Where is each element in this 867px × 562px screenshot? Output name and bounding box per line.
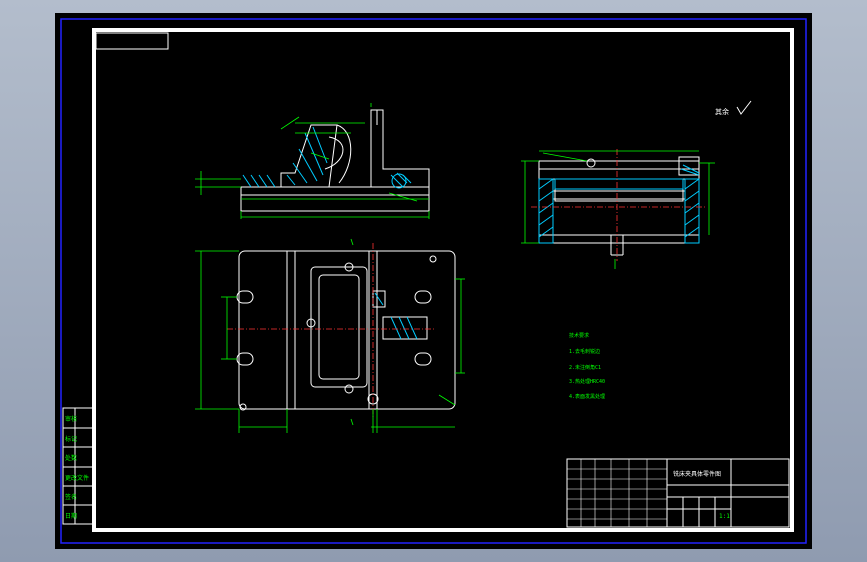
strip-label-1: 标记 (65, 435, 77, 443)
strip-label-3: 更改文件 (65, 474, 89, 482)
part-name: 铣床夹具体零件图 (673, 470, 721, 478)
drawing-number-box (95, 32, 169, 50)
strip-label-4: 签名 (65, 493, 77, 501)
notes-title: 技术要求 (569, 332, 589, 339)
sheet-border (92, 28, 794, 532)
top-view[interactable] (195, 238, 465, 433)
cad-viewport[interactable]: 审核 标记 处数 更改文件 签名 日期 其余 技术要求 1.去毛刺锐边 2.未注… (55, 13, 812, 549)
technical-notes: 技术要求 1.去毛刺锐边 2.未注倒角C1 3.热处理HRC40 4.表面发黑处… (569, 332, 605, 400)
roughness-symbol: 其余 (715, 100, 752, 116)
title-block[interactable]: 铣床夹具体零件图 1:1 (566, 458, 790, 528)
cad-drawing-canvas[interactable]: 审核 标记 处数 更改文件 签名 日期 其余 技术要求 1.去毛刺锐边 2.未注… (55, 13, 812, 549)
note-1: 1.去毛刺锐边 (569, 348, 600, 355)
side-view[interactable] (521, 149, 715, 269)
strip-label-0: 审核 (65, 415, 77, 423)
strip-label-2: 处数 (65, 454, 77, 462)
outer-blue-frame (60, 18, 807, 544)
note-3: 3.热处理HRC40 (569, 378, 605, 385)
drawing-scale: 1:1 (719, 513, 730, 520)
front-view[interactable] (195, 103, 430, 219)
strip-label-5: 日期 (65, 512, 77, 520)
note-2: 2.未注倒角C1 (569, 364, 601, 371)
roughness-note: 其余 (715, 107, 729, 116)
note-4: 4.表面发黑处理 (569, 393, 605, 400)
left-revision-strip (62, 407, 96, 525)
